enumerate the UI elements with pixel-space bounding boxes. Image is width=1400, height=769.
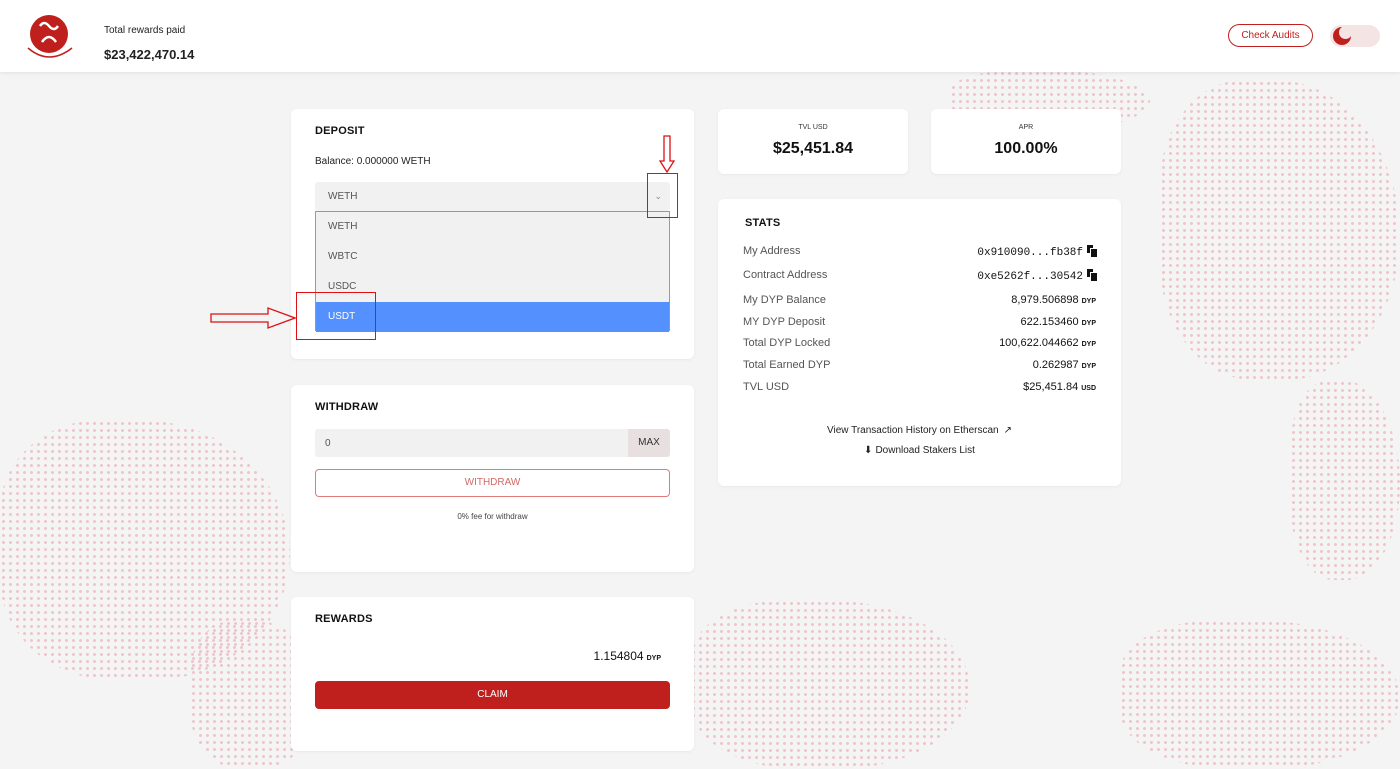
my-address-value: 0x910090...fb38f — [977, 247, 1083, 259]
map-decoration — [1160, 80, 1400, 380]
map-decoration — [1290, 380, 1400, 580]
withdraw-card: WITHDRAW MAX WITHDRAW 0% fee for withdra… — [291, 385, 694, 572]
highlight-box-chevron — [647, 173, 678, 218]
stat-value: 0xe5262f...30542 — [977, 269, 1097, 283]
unit-label: DYP — [1081, 298, 1096, 305]
unit-label: DYP — [1081, 341, 1096, 348]
rewards-title: REWARDS — [315, 613, 373, 625]
stat-label: TVL USD — [743, 381, 790, 393]
stat-label: Contract Address — [743, 269, 828, 281]
stat-row-my-address: My Address 0x910090...fb38f — [743, 245, 1097, 263]
tvl-label: TVL USD — [798, 124, 828, 131]
tvl-card: TVL USD $25,451.84 — [718, 109, 908, 174]
stat-value: 100,622.044662 DYP — [999, 337, 1096, 349]
stat-label: Total DYP Locked — [743, 337, 831, 349]
stat-label: Total Earned DYP — [743, 359, 831, 371]
dyp-deposit-value: 622.153460 — [1020, 316, 1079, 328]
stats-card: STATS My Address 0x910090...fb38f Contra… — [718, 199, 1121, 486]
tvl-usd-value: $25,451.84 — [1023, 381, 1079, 393]
moon-icon — [1333, 26, 1352, 45]
download-icon: ⬇ — [864, 445, 873, 456]
stat-row-dyp-locked: Total DYP Locked 100,622.044662 DYP — [743, 337, 1096, 355]
stat-value: 0.262987 DYP — [1033, 359, 1096, 371]
stat-label: My Address — [743, 245, 801, 257]
deposit-title: DEPOSIT — [315, 125, 365, 137]
dyp-locked-value: 100,622.044662 — [999, 337, 1079, 349]
apr-card: APR 100.00% — [931, 109, 1121, 174]
tvl-value: $25,451.84 — [772, 140, 854, 157]
stats-title: STATS — [745, 217, 781, 229]
etherscan-link-label: View Transaction History on Etherscan — [827, 425, 999, 436]
contract-address-value: 0xe5262f...30542 — [977, 271, 1083, 283]
stat-value: $25,451.84 USD — [1023, 381, 1096, 393]
external-link-icon: ↗ — [1003, 425, 1012, 436]
arrow-down-icon — [659, 135, 675, 173]
stat-label: My DYP Balance — [743, 294, 826, 306]
earned-dyp-value: 0.262987 — [1032, 359, 1079, 371]
deposit-balance: Balance: 0.000000 WETH — [315, 156, 431, 167]
token-option-wbtc[interactable]: WBTC — [316, 242, 669, 272]
stat-label: MY DYP Deposit — [743, 316, 826, 328]
token-select[interactable]: WETH ⌄ — [315, 182, 670, 211]
etherscan-history-link[interactable]: View Transaction History on Etherscan ↗ — [718, 425, 1121, 436]
copy-icon[interactable] — [1087, 245, 1097, 257]
dyp-logo — [27, 15, 73, 58]
claim-button[interactable]: CLAIM — [315, 681, 670, 709]
rewards-card: REWARDS 1.154804 DYP CLAIM — [291, 597, 694, 751]
arrow-right-icon — [210, 307, 296, 329]
stat-row-dyp-balance: My DYP Balance 8,979.506898 DYP — [743, 294, 1096, 312]
stat-row-contract-address: Contract Address 0xe5262f...30542 — [743, 269, 1097, 287]
rewards-amount: 1.154804 DYP — [594, 649, 661, 663]
withdraw-title: WITHDRAW — [315, 401, 379, 413]
stat-row-tvl-usd: TVL USD $25,451.84 USD — [743, 381, 1096, 399]
stat-row-earned-dyp: Total Earned DYP 0.262987 DYP — [743, 359, 1096, 377]
apr-value: 100.00% — [994, 140, 1058, 157]
withdraw-button[interactable]: WITHDRAW — [315, 469, 670, 497]
withdraw-amount-input[interactable] — [315, 429, 628, 457]
token-select-value: WETH — [328, 191, 358, 202]
map-decoration — [690, 600, 970, 769]
top-header: Total rewards paid $23,422,470.14 Check … — [0, 0, 1400, 72]
stat-value: 8,979.506898 DYP — [1011, 294, 1096, 306]
total-rewards-label: Total rewards paid — [104, 25, 186, 36]
copy-icon[interactable] — [1087, 269, 1097, 281]
token-option-weth[interactable]: WETH — [316, 212, 669, 242]
withdraw-fee-note: 0% fee for withdraw — [457, 512, 528, 521]
rewards-amount-value: 1.154804 — [593, 649, 644, 663]
rewards-unit: DYP — [646, 655, 661, 662]
max-button[interactable]: MAX — [628, 429, 670, 457]
dyp-balance-value: 8,979.506898 — [1011, 294, 1079, 306]
download-stakers-link[interactable]: ⬇ Download Stakers List — [718, 445, 1121, 456]
download-link-label: Download Stakers List — [875, 445, 975, 456]
highlight-box-usdt — [296, 292, 376, 340]
check-audits-button[interactable]: Check Audits — [1228, 24, 1313, 47]
unit-label: USD — [1081, 385, 1096, 392]
stat-value: 0x910090...fb38f — [977, 245, 1097, 259]
stat-row-dyp-deposit: MY DYP Deposit 622.153460 DYP — [743, 316, 1096, 334]
map-decoration — [1120, 620, 1400, 769]
theme-toggle[interactable] — [1330, 25, 1380, 47]
unit-label: DYP — [1081, 320, 1096, 327]
apr-label: APR — [1018, 124, 1034, 131]
unit-label: DYP — [1081, 363, 1096, 370]
total-rewards-value: $23,422,470.14 — [104, 47, 195, 62]
stat-value: 622.153460 DYP — [1020, 316, 1096, 328]
